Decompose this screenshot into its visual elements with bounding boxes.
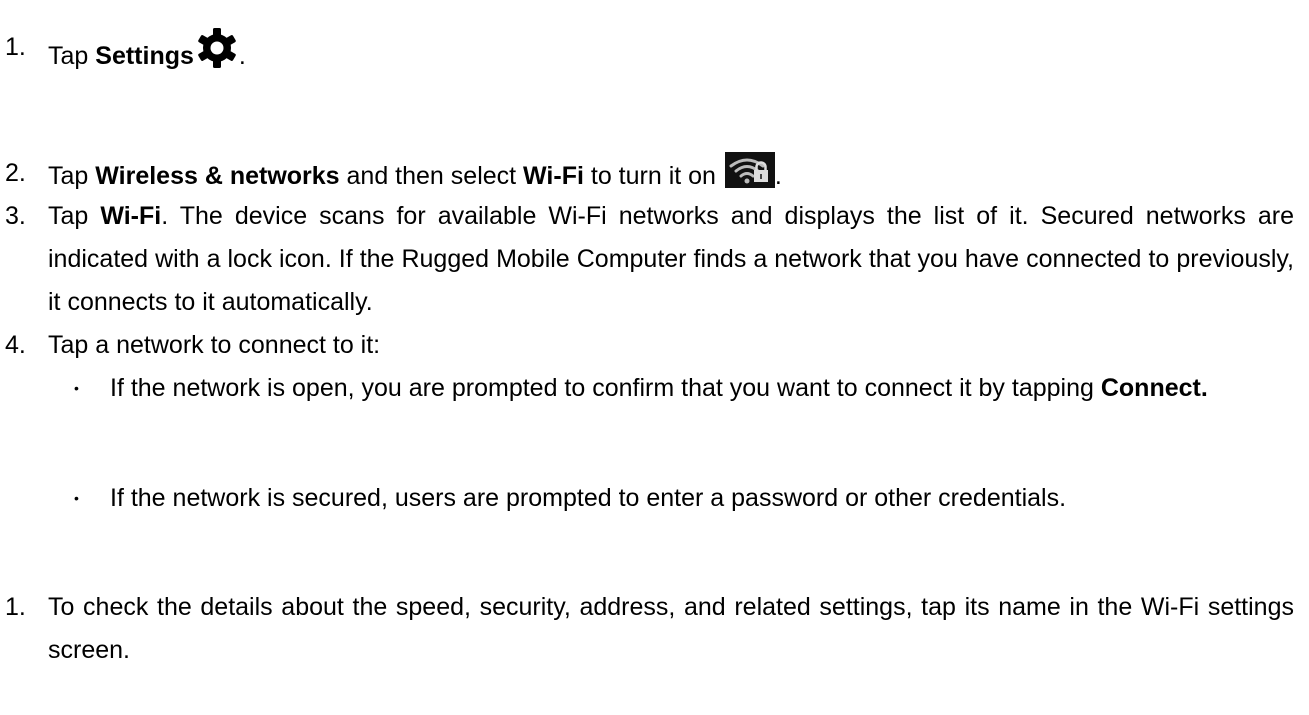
bullet-item-open-network: • If the network is open, you are prompt… [0,367,1294,410]
step-text: . [238,42,246,70]
step-text: and then select [339,162,524,190]
bullet-item-secured-network: • If the network is secured, users are p… [0,477,1294,520]
wireless-networks-label: Wireless & networks [95,162,340,190]
step-text: . [774,162,782,190]
wifi-label: Wi-Fi [100,202,162,230]
bullet-text: If the network is open, you are prompted… [110,374,1101,402]
step-number: 2. [5,159,26,187]
step-number: 1. [5,593,26,621]
step-4: 4. Tap a network to connect to it: [0,324,1294,367]
bullet-icon: • [74,380,79,396]
bullet-icon: • [74,490,79,506]
step-1: 1. Tap Settings. [0,26,1294,78]
step-3: 3. Tap Wi-Fi. The device scans for avail… [0,195,1294,324]
step-text: to turn it on [583,162,723,190]
wifi-lock-icon [724,152,775,188]
step-number: 4. [5,331,26,359]
step-text: Tap [48,202,101,230]
connect-label: Connect. [1100,374,1208,402]
step-5: 1. To check the details about the speed,… [0,586,1294,672]
bullet-text: If the network is secured, users are pro… [110,484,1067,512]
document-page: 1. Tap Settings. 2. Tap Wireless & netwo… [0,0,1309,715]
settings-label: Settings [95,42,194,70]
wifi-label: Wi-Fi [523,162,584,190]
step-number: 3. [5,202,26,230]
step-2: 2. Tap Wireless & networks and then sele… [0,152,1294,198]
step-text: Tap [48,162,96,190]
gear-icon [195,26,239,70]
step-text: To check the details about the speed, se… [48,593,1294,664]
step-number: 1. [5,33,26,61]
step-text: Tap [48,42,96,70]
step-text: . The device scans for available Wi-Fi n… [48,202,1294,316]
step-text: Tap a network to connect to it: [48,331,381,359]
